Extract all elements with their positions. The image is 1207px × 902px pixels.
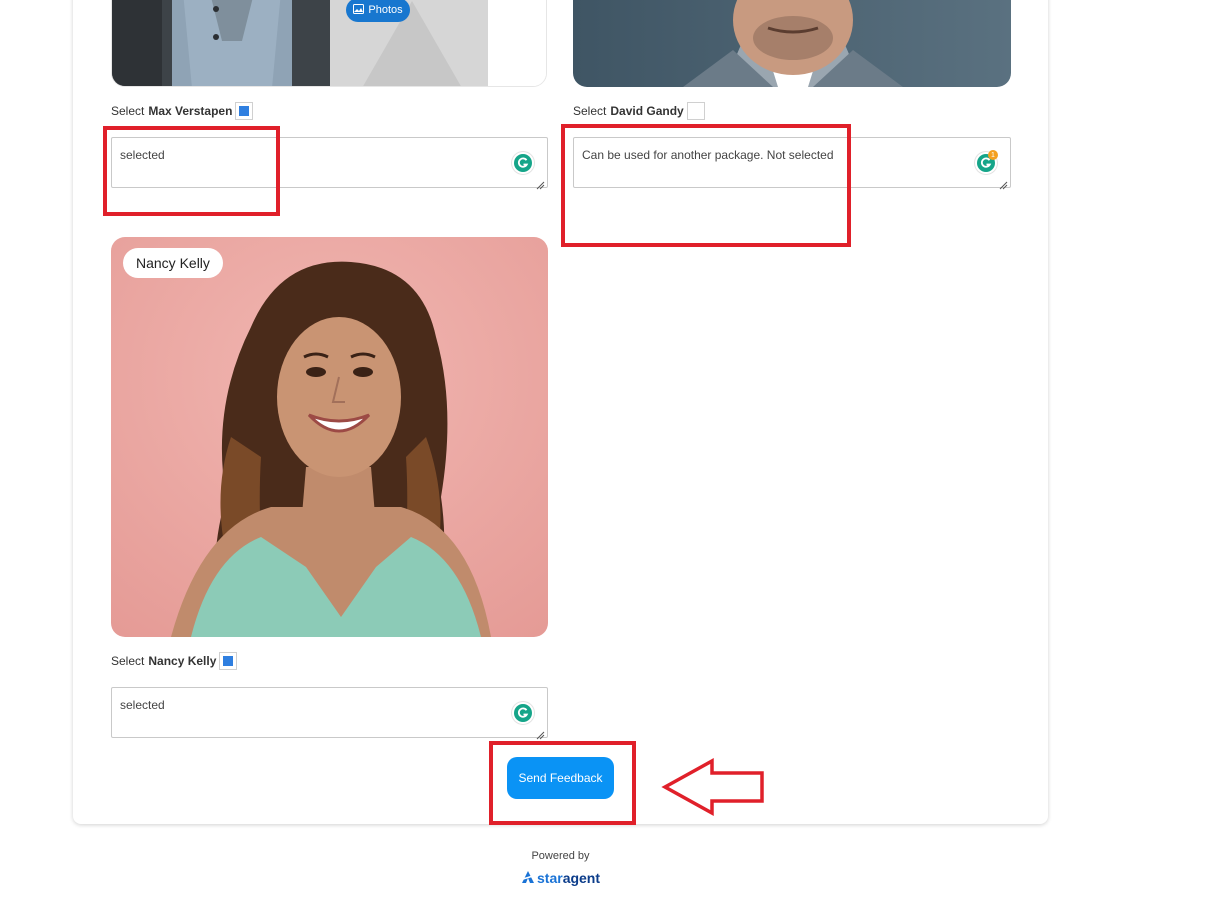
staragent-logo[interactable]: star agent bbox=[521, 868, 600, 888]
candidate-name: Max Verstapen bbox=[148, 104, 233, 118]
resize-handle-icon[interactable] bbox=[536, 727, 545, 740]
select-checkbox-max-verstapen[interactable] bbox=[235, 102, 254, 120]
select-prefix: Select bbox=[111, 654, 145, 668]
comment-field-david-gandy[interactable]: Can be used for another package. Not sel… bbox=[573, 137, 1011, 188]
select-row-nancy-kelly: Select Nancy Kelly bbox=[111, 652, 238, 670]
staragent-logo-icon bbox=[521, 870, 535, 887]
candidate-photo-nancy-kelly[interactable] bbox=[111, 237, 548, 637]
select-checkbox-david-gandy[interactable] bbox=[686, 102, 705, 120]
select-row-david-gandy: Select David Gandy bbox=[573, 102, 705, 120]
resize-handle-icon[interactable] bbox=[999, 177, 1008, 190]
comment-field-nancy-kelly[interactable]: selected bbox=[111, 687, 548, 738]
select-prefix: Select bbox=[573, 104, 607, 118]
grammarly-badge: 1 bbox=[988, 150, 998, 160]
candidate-name-chip: Nancy Kelly bbox=[123, 248, 223, 278]
select-checkbox-nancy-kelly[interactable] bbox=[219, 652, 238, 670]
powered-by-label: Powered by bbox=[531, 850, 590, 862]
photos-pill-button[interactable]: Photos bbox=[346, 0, 410, 22]
brand-star: star bbox=[537, 870, 563, 886]
candidate-photo-max-verstapen[interactable] bbox=[111, 0, 547, 87]
grammarly-icon[interactable] bbox=[512, 702, 534, 724]
grammarly-icon[interactable] bbox=[512, 152, 534, 174]
candidate-photo-david-gandy[interactable] bbox=[573, 0, 1011, 87]
image-icon bbox=[353, 3, 365, 17]
comment-field-max-verstapen[interactable]: selected bbox=[111, 137, 548, 188]
photos-pill-label: Photos bbox=[368, 4, 403, 16]
brand-agent: agent bbox=[562, 870, 601, 886]
annotation-arrow-icon bbox=[660, 757, 766, 822]
candidate-name: David Gandy bbox=[610, 104, 684, 118]
send-feedback-button[interactable]: Send Feedback bbox=[507, 757, 614, 799]
resize-handle-icon[interactable] bbox=[536, 177, 545, 190]
select-prefix: Select bbox=[111, 104, 145, 118]
candidate-name: Nancy Kelly bbox=[148, 654, 217, 668]
select-row-max-verstapen: Select Max Verstapen bbox=[111, 102, 254, 120]
